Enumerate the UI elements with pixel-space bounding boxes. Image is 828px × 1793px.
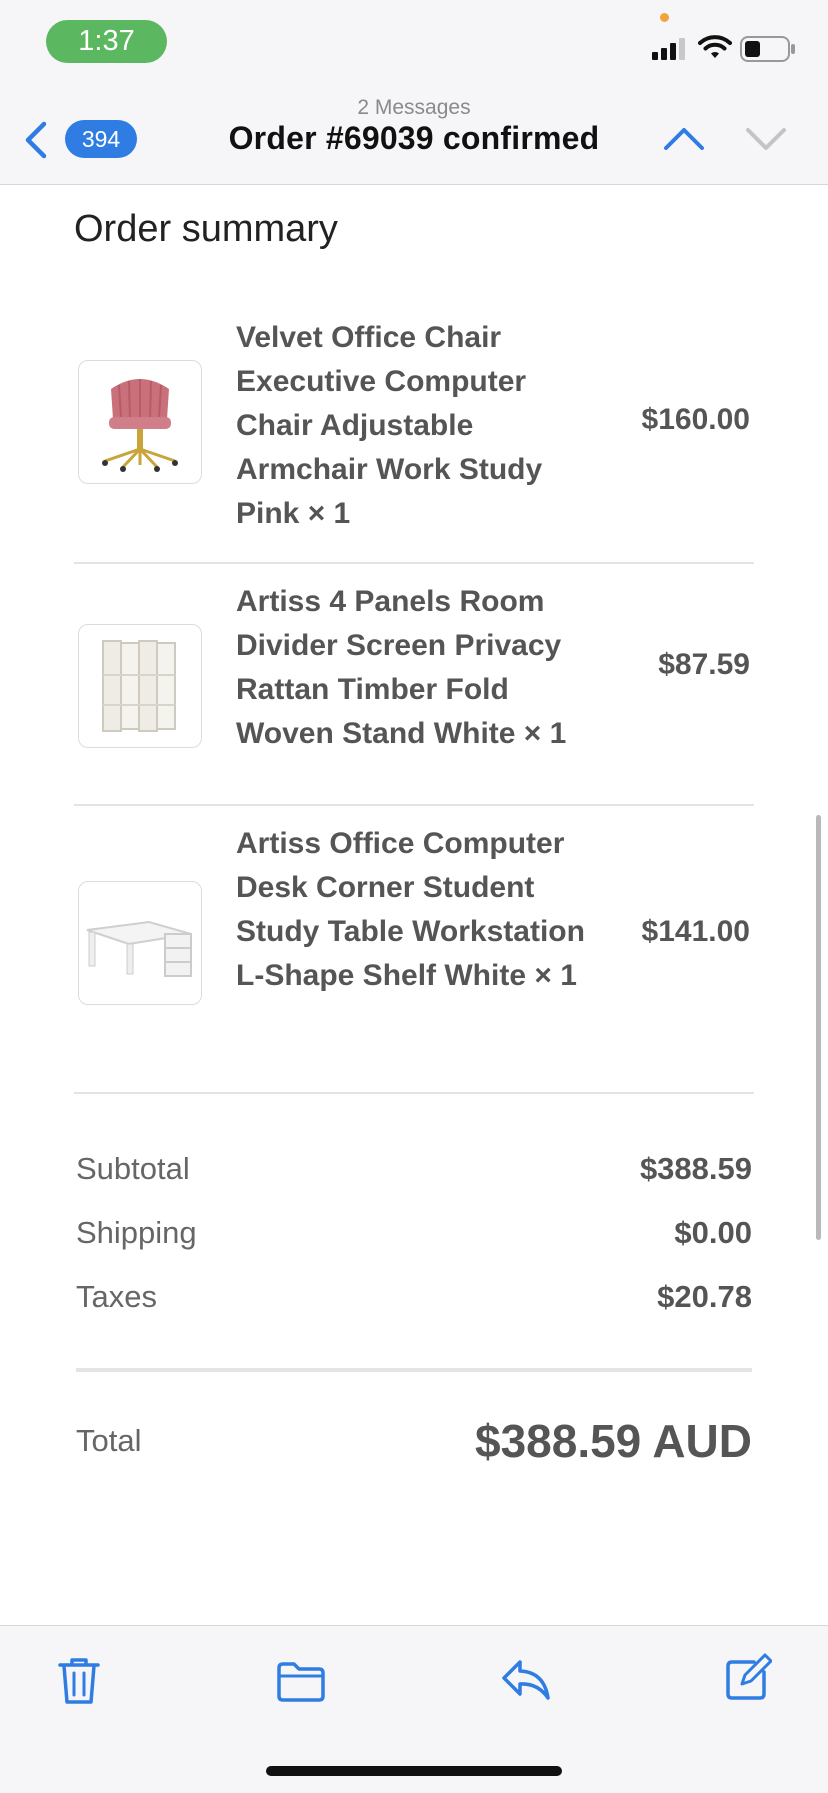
total-label: Total: [76, 1423, 142, 1458]
product-name: Velvet Office Chair Executive Computer C…: [236, 321, 543, 530]
next-message-chevron-down-icon[interactable]: [744, 124, 788, 154]
shipping-label: Shipping: [76, 1215, 197, 1250]
wifi-icon: [698, 35, 732, 58]
product-name: Artiss 4 Panels Room Divider Screen Priv…: [236, 585, 567, 750]
privacy-indicator-dot: [660, 13, 669, 22]
item-divider: [74, 562, 754, 564]
status-time[interactable]: 1:37: [46, 20, 167, 63]
trash-icon[interactable]: [56, 1656, 102, 1706]
product-price: $141.00: [641, 915, 750, 948]
status-bar: 1:37: [0, 0, 828, 90]
item-divider: [74, 804, 754, 806]
reply-icon[interactable]: [500, 1656, 552, 1702]
product-thumbnail[interactable]: [78, 624, 202, 748]
compose-icon[interactable]: [724, 1652, 772, 1702]
product-thumbnail[interactable]: [78, 360, 202, 484]
shipping-value: $0.00: [674, 1215, 752, 1250]
product-name: Artiss Office Computer Desk Corner Stude…: [236, 827, 585, 992]
subtotal-value: $388.59: [639, 1151, 752, 1186]
totals-divider: [76, 1368, 752, 1372]
folder-icon[interactable]: [276, 1660, 326, 1702]
previous-message-chevron-up-icon[interactable]: [662, 124, 706, 154]
shipping-row: Shipping $0.00: [76, 1215, 752, 1255]
item-divider: [74, 1092, 754, 1094]
room-divider-screen-icon: [102, 640, 176, 732]
subtotal-row: Subtotal $388.59: [76, 1151, 752, 1191]
taxes-label: Taxes: [76, 1279, 157, 1314]
product-price: $160.00: [641, 403, 750, 436]
mail-navigation-bar: 394 2 Messages Order #69039 confirmed: [0, 90, 828, 185]
battery-icon: [740, 36, 795, 62]
order-summary-heading: Order summary: [74, 208, 338, 250]
cellular-signal-icon: [652, 38, 685, 60]
order-line-item: Artiss Office Computer Desk Corner Stude…: [74, 822, 754, 1042]
l-shape-desk-icon: [86, 920, 192, 977]
vertical-scrollbar[interactable]: [816, 815, 821, 1240]
order-line-item: Velvet Office Chair Executive Computer C…: [74, 316, 754, 536]
pink-office-chair-icon: [102, 379, 178, 472]
subtotal-label: Subtotal: [76, 1151, 190, 1186]
product-thumbnail[interactable]: [78, 881, 202, 1005]
taxes-row: Taxes $20.78: [76, 1279, 752, 1319]
product-price: $87.59: [658, 648, 750, 681]
order-line-item: Artiss 4 Panels Room Divider Screen Priv…: [74, 580, 754, 780]
home-indicator[interactable]: [266, 1766, 562, 1776]
total-value: $388.59 AUD: [474, 1415, 752, 1467]
thread-message-count: 2 Messages: [357, 96, 471, 119]
taxes-value: $20.78: [657, 1279, 752, 1314]
